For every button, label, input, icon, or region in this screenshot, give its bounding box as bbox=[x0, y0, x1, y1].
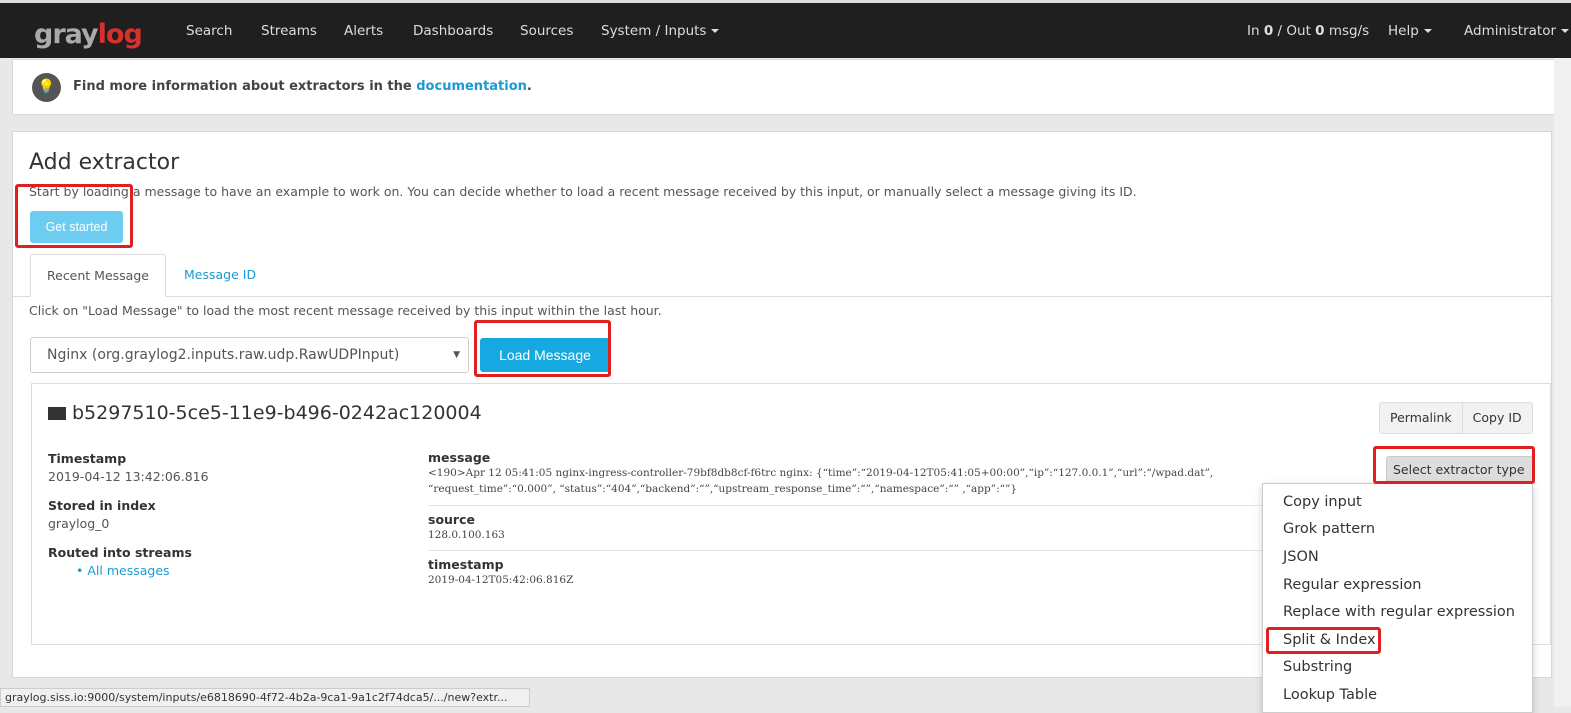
field-name: message bbox=[428, 450, 491, 465]
info-box: 💡 Find more information about extractors… bbox=[12, 59, 1571, 115]
nav-search[interactable]: Search bbox=[186, 23, 232, 39]
tab-message-id[interactable]: Message ID bbox=[168, 254, 272, 297]
tab-recent-message[interactable]: Recent Message bbox=[30, 254, 166, 297]
lightbulb-icon: 💡 bbox=[32, 73, 61, 102]
caret-down-icon bbox=[1561, 29, 1570, 33]
highlight-load-message bbox=[474, 320, 611, 377]
select-arrow-icon: ▼ bbox=[453, 350, 460, 360]
message-actions: Permalink Copy ID bbox=[1379, 402, 1533, 434]
timestamp-value: 2019-04-12 13:42:06.816 bbox=[48, 469, 209, 484]
info-text: Find more information about extractors i… bbox=[73, 79, 532, 94]
nav-system-label: System / Inputs bbox=[601, 23, 707, 39]
graylog-logo[interactable]: graylog bbox=[34, 19, 143, 50]
nav-user[interactable]: Administrator bbox=[1464, 23, 1570, 39]
page-title: Add extractor bbox=[29, 150, 180, 175]
message-id: b5297510-5ce5-11e9-b496-0242ac120004 bbox=[48, 402, 482, 424]
menu-item-regex[interactable]: Regular expression bbox=[1283, 577, 1421, 593]
input-select[interactable]: Nginx (org.graylog2.inputs.raw.udp.RawUD… bbox=[30, 337, 469, 373]
nav-system-inputs[interactable]: System / Inputs bbox=[601, 23, 720, 39]
description: Start by loading a message to have an ex… bbox=[29, 184, 1137, 199]
tabs: Recent Message Message ID bbox=[13, 254, 1553, 297]
menu-item-lookup-table[interactable]: Lookup Table bbox=[1283, 687, 1377, 703]
nav-alerts[interactable]: Alerts bbox=[344, 23, 383, 39]
highlight-select-extractor bbox=[1373, 446, 1535, 484]
index-value: graylog_0 bbox=[48, 516, 110, 531]
nav-dashboards[interactable]: Dashboards bbox=[413, 23, 493, 39]
index-label: Stored in index bbox=[48, 498, 156, 513]
highlight-split-index bbox=[1266, 627, 1381, 654]
streams-label: Routed into streams bbox=[48, 545, 192, 560]
message-meta: Timestamp 2019-04-12 13:42:06.816 Stored… bbox=[48, 451, 209, 578]
field-value: <190>Apr 12 05:41:05 nginx-ingress-contr… bbox=[428, 467, 1214, 479]
envelope-icon bbox=[48, 407, 66, 420]
menu-item-replace-regex[interactable]: Replace with regular expression bbox=[1283, 604, 1515, 620]
menu-item-grok-pattern[interactable]: Grok pattern bbox=[1283, 521, 1375, 537]
stream-link[interactable]: All messages bbox=[87, 563, 169, 578]
menu-item-copy-input[interactable]: Copy input bbox=[1283, 494, 1362, 510]
caret-down-icon bbox=[1423, 29, 1432, 33]
top-navbar: graylog Search Streams Alerts Dashboards… bbox=[0, 0, 1571, 58]
documentation-link[interactable]: documentation bbox=[416, 79, 527, 94]
menu-item-json[interactable]: JSON bbox=[1283, 549, 1319, 565]
nav-sources[interactable]: Sources bbox=[520, 23, 573, 39]
throughput: In 0 / Out 0 msg/s bbox=[1247, 23, 1370, 39]
permalink-button[interactable]: Permalink bbox=[1380, 403, 1462, 433]
copy-id-button[interactable]: Copy ID bbox=[1461, 403, 1532, 433]
highlight-get-started bbox=[15, 184, 133, 248]
extractor-type-menu: Copy input Grok pattern JSON Regular exp… bbox=[1262, 483, 1533, 713]
hint-text: Click on "Load Message" to load the most… bbox=[29, 303, 662, 318]
timestamp-label: Timestamp bbox=[48, 451, 127, 466]
caret-down-icon bbox=[711, 29, 720, 33]
menu-item-substring[interactable]: Substring bbox=[1283, 659, 1352, 675]
status-bar-url: graylog.siss.io:9000/system/inputs/e6818… bbox=[0, 688, 530, 707]
nav-streams[interactable]: Streams bbox=[261, 23, 317, 39]
nav-help[interactable]: Help bbox=[1388, 23, 1432, 39]
scrollbar[interactable] bbox=[1554, 58, 1571, 707]
